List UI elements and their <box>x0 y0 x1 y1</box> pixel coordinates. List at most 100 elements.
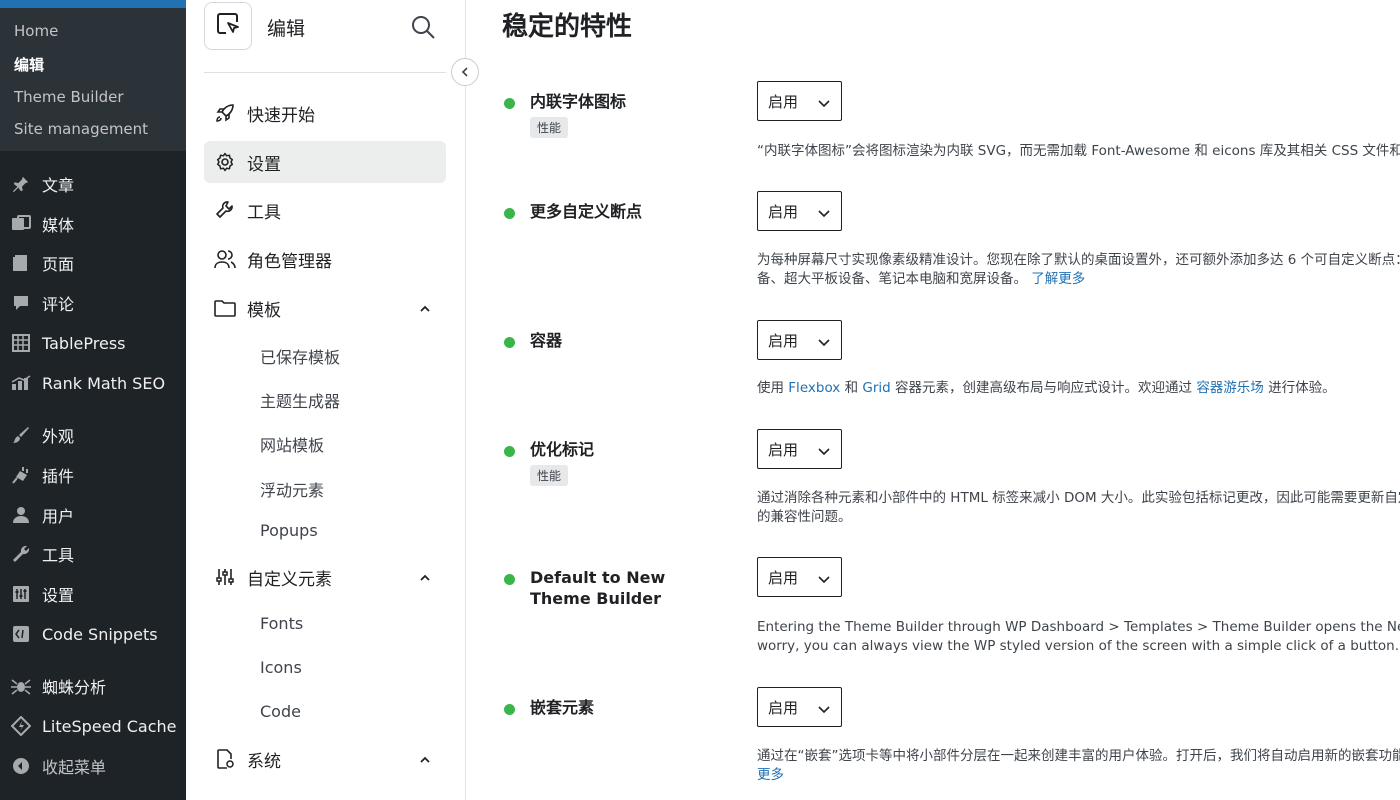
menu-litespeed-cache[interactable]: LiteSpeed Cache <box>0 709 186 743</box>
comment-icon <box>10 292 32 314</box>
chevron-up-icon[interactable] <box>418 752 432 766</box>
nav-title: 编辑 <box>267 18 306 40</box>
main-content: 稳定的特性 内联字体图标 性能 启用 “内联字体图标”会将图标渲染为内联 SVG… <box>466 0 1400 800</box>
submenu-site-management[interactable]: Site management <box>14 120 148 138</box>
feature-description-line2: worry, you can always view the WP styled… <box>757 638 1400 654</box>
active-menu-strip <box>0 0 186 8</box>
menu-collapse[interactable]: 收起菜单 <box>0 749 186 783</box>
nav-item-tools[interactable]: 工具 <box>204 189 446 231</box>
chevron-down-icon <box>817 571 831 585</box>
menu-posts[interactable]: 文章 <box>0 167 186 201</box>
pin-icon <box>10 173 32 195</box>
more-link[interactable]: 更多 <box>757 767 784 783</box>
nav-divider <box>204 72 446 73</box>
settings-nav-panel: 编辑 快速开始 设置 工具 角色管理器 模板 已保存模板 主题生成器 网站模板 … <box>186 0 466 800</box>
nav-item-custom-elements[interactable]: 自定义元素 <box>204 556 446 598</box>
feature-name: 内联字体图标 <box>530 92 627 111</box>
status-dot <box>504 208 515 219</box>
menu-users[interactable]: 用户 <box>0 498 186 532</box>
feature-select[interactable]: 启用 <box>757 687 842 727</box>
menu-plugins[interactable]: 插件 <box>0 458 186 492</box>
feature-description: 为每种屏幕尺寸实现像素级精准设计。您现在除了默认的桌面设置外，还可额外添加多达 … <box>757 252 1400 268</box>
status-dot <box>504 337 515 348</box>
nav-item-quick-start[interactable]: 快速开始 <box>204 92 446 134</box>
feature-description: “内联字体图标”会将图标渲染为内联 SVG，而无需加载 Font-Awesome… <box>757 143 1400 159</box>
app-logo[interactable] <box>204 2 252 50</box>
feature-select[interactable]: 启用 <box>757 81 842 121</box>
nav-sub-floating-elements[interactable]: 浮动元素 <box>260 477 324 501</box>
status-dot <box>504 98 515 109</box>
page-title: 稳定的特性 <box>502 12 633 42</box>
wrench-icon <box>214 199 236 221</box>
menu-rank-math[interactable]: Rank Math SEO <box>0 366 186 400</box>
wp-admin-sidebar: Home 编辑 Theme Builder Site management 文章… <box>0 0 186 800</box>
system-icon <box>214 748 236 770</box>
elementor-submenu: Home 编辑 Theme Builder Site management <box>0 8 186 151</box>
spider-icon <box>10 675 32 697</box>
submenu-home[interactable]: Home <box>14 22 58 40</box>
chevron-down-icon <box>817 95 831 109</box>
status-dot <box>504 446 515 457</box>
chevron-left-icon <box>459 63 471 82</box>
grid-link[interactable]: Grid <box>862 380 890 396</box>
nav-sub-theme-builder[interactable]: 主题生成器 <box>260 388 340 412</box>
sliders-icon <box>214 566 236 588</box>
feature-name: 更多自定义断点 <box>530 202 643 221</box>
container-playground-link[interactable]: 容器游乐场 <box>1196 380 1264 396</box>
nav-item-settings[interactable]: 设置 <box>204 141 446 183</box>
collapse-nav-button[interactable] <box>451 58 479 86</box>
chevron-down-icon <box>817 701 831 715</box>
feature-description: 使用 Flexbox 和 Grid 容器元素，创建高级布局与响应式设计。欢迎通过… <box>757 380 1336 396</box>
feature-name: 嵌套元素 <box>530 698 595 717</box>
brush-icon <box>10 424 32 446</box>
chevron-down-icon <box>817 334 831 348</box>
feature-name: 容器 <box>530 331 563 350</box>
table-icon <box>10 332 32 354</box>
chevron-up-icon[interactable] <box>418 301 432 315</box>
feature-description: Entering the Theme Builder through WP Da… <box>757 619 1400 635</box>
chevron-up-icon[interactable] <box>418 570 432 584</box>
nav-item-templates[interactable]: 模板 <box>204 287 446 329</box>
feature-select[interactable]: 启用 <box>757 557 842 597</box>
menu-tablepress[interactable]: TablePress <box>0 326 186 360</box>
feature-description-line2: 备、超大平板设备、笔记本电脑和宽屏设备。 了解更多 <box>757 271 1086 287</box>
rocket-icon <box>214 102 236 124</box>
feature-description: 通过消除各种元素和小部件中的 HTML 标签来减小 DOM 大小。此实验包括标记… <box>757 490 1400 506</box>
learn-more-link[interactable]: 了解更多 <box>1031 271 1085 287</box>
feature-tag: 性能 <box>530 117 569 138</box>
search-icon[interactable] <box>410 14 436 40</box>
menu-tools[interactable]: 工具 <box>0 537 186 571</box>
menu-comments[interactable]: 评论 <box>0 286 186 320</box>
folder-icon <box>214 297 236 319</box>
chevron-down-icon <box>817 205 831 219</box>
feature-description-line2: 的兼容性问题。 <box>757 509 852 525</box>
chevron-down-icon <box>817 443 831 457</box>
menu-spider-analysis[interactable]: 蜘蛛分析 <box>0 669 186 703</box>
nav-item-role-manager[interactable]: 角色管理器 <box>204 238 446 280</box>
submenu-edit[interactable]: 编辑 <box>14 54 44 75</box>
feature-select[interactable]: 启用 <box>757 191 842 231</box>
nav-sub-popups[interactable]: Popups <box>260 521 318 540</box>
chart-icon <box>10 372 32 394</box>
nav-item-system[interactable]: 系统 <box>204 738 446 780</box>
feature-select[interactable]: 启用 <box>757 429 842 469</box>
menu-settings[interactable]: 设置 <box>0 577 186 611</box>
menu-code-snippets[interactable]: Code Snippets <box>0 617 186 651</box>
nav-sub-fonts[interactable]: Fonts <box>260 614 303 633</box>
nav-sub-code[interactable]: Code <box>260 702 301 721</box>
page-icon <box>10 252 32 274</box>
feature-tag: 性能 <box>530 465 569 486</box>
submenu-theme-builder[interactable]: Theme Builder <box>14 88 124 106</box>
feature-select[interactable]: 启用 <box>757 320 842 360</box>
menu-pages[interactable]: 页面 <box>0 246 186 280</box>
menu-appearance[interactable]: 外观 <box>0 418 186 452</box>
feature-name: Default to New Theme Builder <box>530 568 666 608</box>
plugin-icon <box>10 464 32 486</box>
flexbox-link[interactable]: Flexbox <box>788 380 840 396</box>
nav-sub-icons[interactable]: Icons <box>260 658 302 677</box>
nav-sub-website-templates[interactable]: 网站模板 <box>260 432 324 456</box>
status-dot <box>504 574 515 585</box>
menu-media[interactable]: 媒体 <box>0 207 186 241</box>
nav-sub-saved-templates[interactable]: 已保存模板 <box>260 344 340 368</box>
sliders-icon <box>10 583 32 605</box>
